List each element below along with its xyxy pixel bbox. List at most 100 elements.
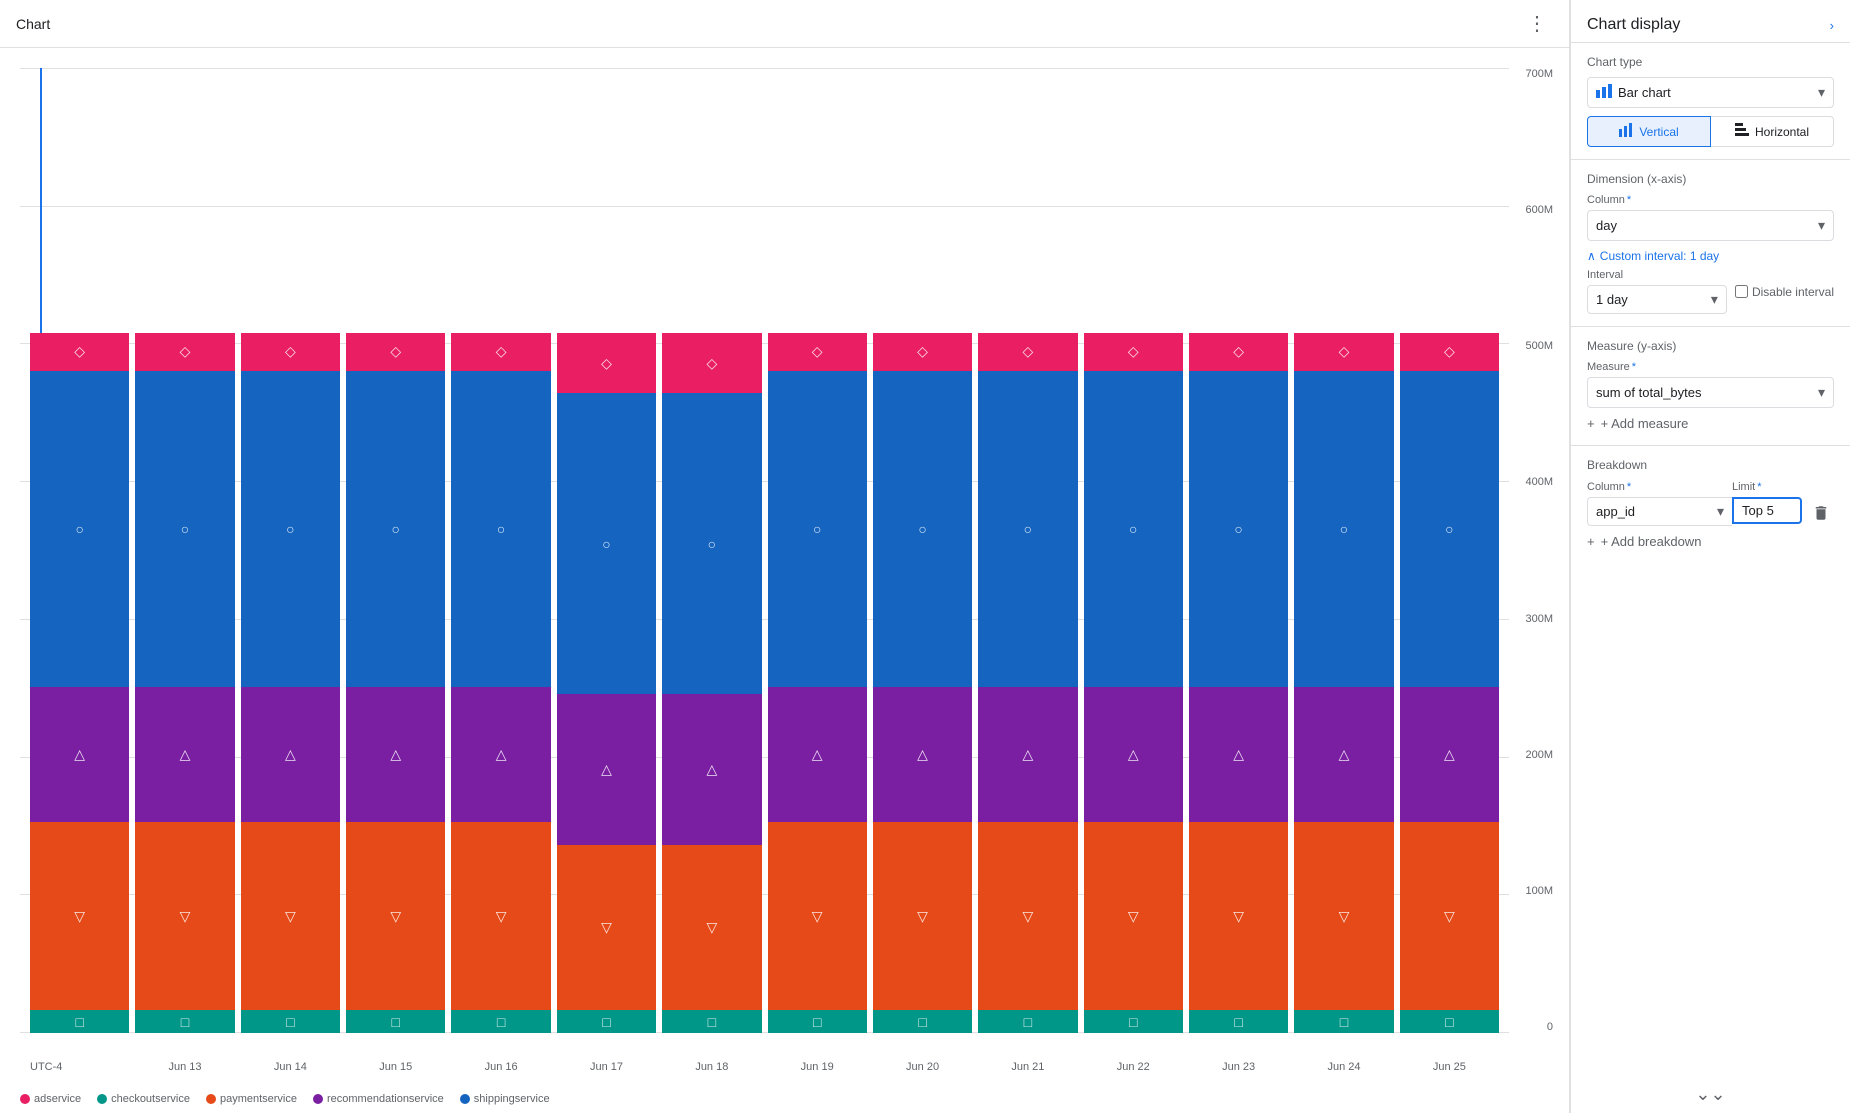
bar-segment-teal[interactable]: □: [346, 1010, 445, 1033]
bar-segment-orange[interactable]: ▽: [1084, 822, 1183, 1010]
bar-segment-purple[interactable]: △: [873, 687, 972, 822]
chart-type-select-wrapper[interactable]: Bar chart Line chart Pie chart ▾: [1587, 77, 1834, 108]
bar-segment-blue[interactable]: ○: [1294, 371, 1393, 687]
measure-select[interactable]: sum of total_bytes count avg of total_by…: [1596, 385, 1818, 400]
bar-segment-teal[interactable]: □: [1189, 1010, 1288, 1033]
bar-segment-purple[interactable]: △: [1189, 687, 1288, 822]
bar-segment-teal[interactable]: □: [451, 1010, 550, 1033]
bar-segment-pink[interactable]: ◇: [978, 333, 1077, 371]
bar-segment-purple[interactable]: △: [451, 687, 550, 822]
bar-segment-blue[interactable]: ○: [557, 393, 656, 694]
bar-segment-purple[interactable]: △: [662, 694, 761, 845]
panel-collapse-button[interactable]: ›: [1830, 18, 1834, 33]
bar-segment-blue[interactable]: ○: [768, 371, 867, 687]
bar-segment-purple[interactable]: △: [241, 687, 340, 822]
breakdown-col-select-wrapper[interactable]: app_id service_name region ▾: [1587, 497, 1732, 526]
measure-select-wrapper[interactable]: sum of total_bytes count avg of total_by…: [1587, 377, 1834, 408]
bar-segment-teal[interactable]: □: [241, 1010, 340, 1033]
bar-segment-blue[interactable]: ○: [346, 371, 445, 687]
bar-segment-pink[interactable]: ◇: [1189, 333, 1288, 371]
column-select[interactable]: day week month: [1596, 218, 1818, 233]
interval-select[interactable]: 1 day 1 hour 1 week 1 month: [1596, 292, 1711, 307]
measure-column-label: Measure: [1587, 361, 1630, 373]
vertical-bar-icon: [1619, 123, 1633, 140]
disable-interval-checkbox[interactable]: [1735, 285, 1748, 298]
dimension-section: Dimension (x-axis) Column * day week mon…: [1571, 160, 1850, 327]
bar-segment-purple[interactable]: △: [135, 687, 234, 822]
bar-segment-purple[interactable]: △: [346, 687, 445, 822]
bar-segment-pink[interactable]: ◇: [1294, 333, 1393, 371]
bar-segment-teal[interactable]: □: [662, 1010, 761, 1033]
chart-menu-button[interactable]: ⋮: [1521, 8, 1553, 40]
vertical-button[interactable]: Vertical: [1587, 116, 1711, 147]
bar-segment-pink[interactable]: ◇: [768, 333, 867, 371]
disable-interval-checkbox-wrapper[interactable]: Disable interval: [1735, 285, 1834, 299]
bar-group: ◇○△▽□: [1189, 68, 1288, 1033]
bar-segment-blue[interactable]: ○: [1084, 371, 1183, 687]
bar-segment-purple[interactable]: △: [1084, 687, 1183, 822]
horizontal-button[interactable]: Horizontal: [1711, 116, 1834, 147]
bar-segment-orange[interactable]: ▽: [30, 822, 129, 1010]
breakdown-limit-input-wrapper[interactable]: [1732, 497, 1802, 524]
chart-type-select[interactable]: Bar chart Line chart Pie chart: [1618, 85, 1818, 100]
bar-segment-pink[interactable]: ◇: [451, 333, 550, 371]
bar-segment-orange[interactable]: ▽: [1400, 822, 1499, 1010]
bar-segment-teal[interactable]: □: [873, 1010, 972, 1033]
bar-segment-orange[interactable]: ▽: [451, 822, 550, 1010]
custom-interval-header[interactable]: ∧ Custom interval: 1 day: [1587, 249, 1834, 263]
bar-segment-orange[interactable]: ▽: [1294, 822, 1393, 1010]
breakdown-col-select[interactable]: app_id service_name region: [1596, 504, 1717, 519]
bar-segment-blue[interactable]: ○: [451, 371, 550, 687]
panel-title: Chart display: [1587, 16, 1680, 34]
bar-segment-blue[interactable]: ○: [978, 371, 1077, 687]
bar-segment-purple[interactable]: △: [1400, 687, 1499, 822]
breakdown-delete-button[interactable]: [1808, 500, 1834, 526]
bar-segment-teal[interactable]: □: [135, 1010, 234, 1033]
bar-segment-orange[interactable]: ▽: [557, 845, 656, 1011]
bar-segment-purple[interactable]: △: [30, 687, 129, 822]
bar-segment-blue[interactable]: ○: [241, 371, 340, 687]
bar-segment-blue[interactable]: ○: [1400, 371, 1499, 687]
bar-segment-purple[interactable]: △: [1294, 687, 1393, 822]
bar-segment-teal[interactable]: □: [1400, 1010, 1499, 1033]
bar-segment-orange[interactable]: ▽: [768, 822, 867, 1010]
bar-segment-pink[interactable]: ◇: [346, 333, 445, 371]
column-select-wrapper[interactable]: day week month ▾: [1587, 210, 1834, 241]
bar-segment-blue[interactable]: ○: [662, 393, 761, 694]
bar-segment-blue[interactable]: ○: [873, 371, 972, 687]
bar-segment-orange[interactable]: ▽: [241, 822, 340, 1010]
bar-segment-purple[interactable]: △: [557, 694, 656, 845]
bar-segment-orange[interactable]: ▽: [662, 845, 761, 1011]
bar-segment-orange[interactable]: ▽: [1189, 822, 1288, 1010]
bar-segment-orange[interactable]: ▽: [978, 822, 1077, 1010]
bar-segment-teal[interactable]: □: [1084, 1010, 1183, 1033]
interval-select-wrapper[interactable]: 1 day 1 hour 1 week 1 month ▾: [1587, 285, 1727, 314]
bar-segment-teal[interactable]: □: [1294, 1010, 1393, 1033]
y-label-100m: 100M: [1525, 885, 1553, 897]
bar-segment-blue[interactable]: ○: [30, 371, 129, 687]
bar-segment-purple[interactable]: △: [978, 687, 1077, 822]
bar-segment-pink[interactable]: ◇: [241, 333, 340, 371]
bar-segment-orange[interactable]: ▽: [346, 822, 445, 1010]
bar-segment-purple[interactable]: △: [768, 687, 867, 822]
chevron-up-icon: ∧: [1587, 249, 1596, 263]
bar-segment-blue[interactable]: ○: [135, 371, 234, 687]
bar-segment-pink[interactable]: ◇: [557, 333, 656, 393]
bar-segment-teal[interactable]: □: [768, 1010, 867, 1033]
collapse-bottom-icon[interactable]: ⌄⌄: [1695, 1084, 1725, 1105]
bar-segment-teal[interactable]: □: [30, 1010, 129, 1033]
bar-segment-teal[interactable]: □: [557, 1010, 656, 1033]
bar-segment-pink[interactable]: ◇: [135, 333, 234, 371]
bar-segment-pink[interactable]: ◇: [1400, 333, 1499, 371]
add-breakdown-button[interactable]: + + Add breakdown: [1587, 526, 1834, 551]
breakdown-limit-input[interactable]: [1742, 503, 1792, 518]
bar-segment-pink[interactable]: ◇: [873, 333, 972, 371]
bar-segment-pink[interactable]: ◇: [1084, 333, 1183, 371]
bar-segment-pink[interactable]: ◇: [662, 333, 761, 393]
bar-segment-pink[interactable]: ◇: [30, 333, 129, 371]
bar-segment-blue[interactable]: ○: [1189, 371, 1288, 687]
bar-segment-teal[interactable]: □: [978, 1010, 1077, 1033]
add-measure-button[interactable]: + + Add measure: [1587, 408, 1834, 433]
bar-segment-orange[interactable]: ▽: [135, 822, 234, 1010]
bar-segment-orange[interactable]: ▽: [873, 822, 972, 1010]
